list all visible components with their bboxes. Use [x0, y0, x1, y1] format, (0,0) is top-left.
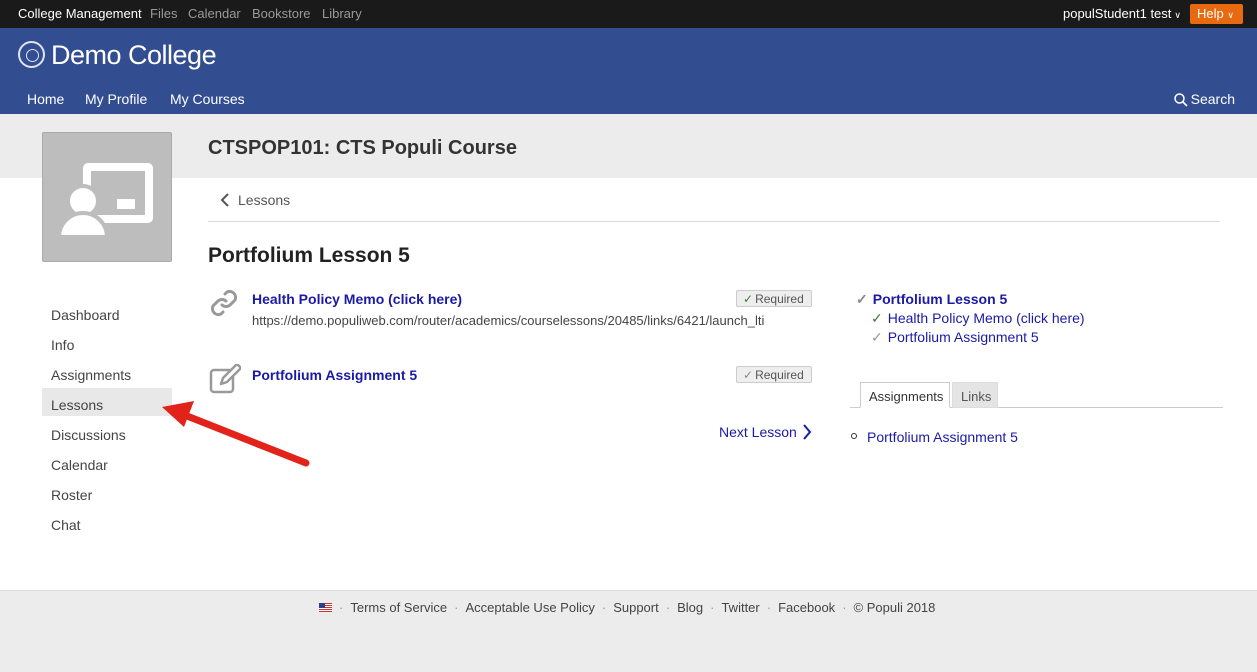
link-icon — [210, 289, 238, 317]
topbar-link-files[interactable]: Files — [150, 6, 177, 21]
check-icon: ✓ — [743, 292, 754, 306]
help-button[interactable]: Help ∨ — [1190, 4, 1243, 24]
bullet-icon — [851, 433, 857, 439]
user-name: populStudent1 test — [1062, 6, 1172, 21]
search-button[interactable]: Search — [1173, 91, 1235, 107]
edit-icon — [209, 364, 241, 394]
tab-list-item[interactable]: Portfolium Assignment 5 — [867, 429, 1018, 445]
chevron-left-icon — [220, 193, 229, 207]
topbar-link-library[interactable]: Library — [322, 6, 362, 21]
lesson-item-assignment[interactable]: Portfolium Assignment 5 — [252, 367, 417, 383]
sidebar-item-calendar[interactable]: Calendar — [42, 448, 172, 476]
nav-my-courses[interactable]: My Courses — [170, 91, 245, 107]
search-label: Search — [1190, 91, 1235, 107]
course-header-band — [0, 114, 1257, 178]
breadcrumb-label: Lessons — [238, 192, 291, 208]
college-seal-logo — [18, 41, 45, 68]
footer-link-aup[interactable]: Acceptable Use Policy — [466, 600, 595, 615]
chevron-down-icon: ∨ — [1174, 10, 1181, 20]
user-menu[interactable]: populStudent1 test ∨ — [1063, 6, 1181, 21]
required-label: Required — [755, 368, 804, 382]
lesson-item-link[interactable]: Health Policy Memo (click here) — [252, 291, 462, 307]
footer-links: · Terms of Service · Acceptable Use Policy ·… — [319, 600, 935, 615]
check-icon: ✓ — [871, 329, 883, 345]
footer-link-facebook[interactable]: Facebook — [778, 600, 835, 615]
sidebar-item-info[interactable]: Info — [42, 328, 172, 356]
chevron-right-icon — [803, 424, 812, 440]
footer-link-twitter[interactable]: Twitter — [721, 600, 759, 615]
lesson-title: Portfolium Lesson 5 — [208, 244, 410, 267]
check-icon: ✓ — [743, 368, 754, 382]
nav-my-profile[interactable]: My Profile — [85, 91, 147, 107]
tab-links[interactable]: Links — [952, 382, 998, 408]
lesson-item-url: https://demo.populiweb.com/router/academ… — [252, 313, 765, 328]
top-bar: College Management Files Calendar Bookst… — [0, 0, 1257, 28]
outline-item-label: Portfolium Assignment 5 — [887, 329, 1039, 345]
chevron-down-icon: ∨ — [1227, 10, 1234, 20]
topbar-link-college-management[interactable]: College Management — [18, 6, 142, 21]
required-badge: ✓ Required — [736, 290, 812, 307]
required-badge: ✓ Required — [736, 366, 812, 383]
topbar-link-bookstore[interactable]: Bookstore — [252, 6, 311, 21]
outline-item[interactable]: ✓ Portfolium Assignment 5 — [871, 329, 1039, 346]
copyright: © Populi 2018 — [853, 600, 936, 615]
topbar-link-calendar[interactable]: Calendar — [188, 6, 241, 21]
breadcrumb[interactable]: Lessons — [220, 192, 290, 208]
required-label: Required — [755, 292, 804, 306]
outline-item[interactable]: ✓ Health Policy Memo (click here) — [871, 310, 1085, 327]
sidebar-item-assignments[interactable]: Assignments — [42, 358, 172, 386]
nav-home[interactable]: Home — [27, 91, 64, 107]
sidebar-item-dashboard[interactable]: Dashboard — [42, 298, 172, 326]
course-image — [42, 132, 172, 262]
footer-link-terms[interactable]: Terms of Service — [350, 600, 447, 615]
check-icon: ✓ — [871, 310, 883, 326]
sidebar-item-roster[interactable]: Roster — [42, 478, 172, 506]
next-lesson-label: Next Lesson — [719, 424, 797, 440]
footer-link-blog[interactable]: Blog — [677, 600, 703, 615]
footer-link-support[interactable]: Support — [613, 600, 659, 615]
outline-item-label: Health Policy Memo (click here) — [887, 310, 1085, 326]
next-lesson-link[interactable]: Next Lesson — [719, 424, 812, 440]
sidebar-item-lessons[interactable]: Lessons — [42, 388, 172, 416]
us-flag-icon[interactable] — [319, 603, 332, 612]
sidebar-item-chat[interactable]: Chat — [42, 508, 172, 536]
check-icon: ✓ — [856, 291, 868, 307]
teacher-board-icon — [56, 163, 153, 239]
help-label: Help — [1197, 6, 1224, 21]
sidebar-item-discussions[interactable]: Discussions — [42, 418, 172, 446]
divider — [208, 221, 1220, 222]
course-title: CTSPOP101: CTS Populi Course — [208, 137, 517, 159]
outline-lesson[interactable]: ✓ Portfolium Lesson 5 — [856, 291, 1007, 308]
search-icon — [1173, 93, 1188, 107]
site-header: Demo College Home My Profile My Courses … — [0, 28, 1257, 114]
college-name: Demo College — [51, 40, 217, 70]
annotation-arrow — [162, 401, 310, 467]
outline-lesson-label: Portfolium Lesson 5 — [872, 291, 1008, 307]
tab-assignments[interactable]: Assignments — [860, 382, 950, 408]
